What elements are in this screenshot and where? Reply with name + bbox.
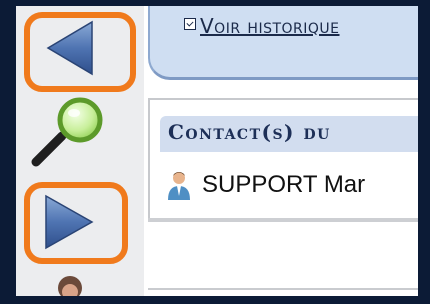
- frame-border-right: [418, 0, 430, 304]
- frame-border-bottom: [0, 296, 430, 304]
- person-icon: [168, 172, 190, 200]
- back-button-highlight: [24, 12, 136, 92]
- forward-button-highlight: [24, 182, 128, 264]
- checkbox-icon: [184, 18, 196, 30]
- voir-historique-link[interactable]: Voir historique: [184, 14, 340, 38]
- zoom-button[interactable]: [28, 96, 112, 168]
- contact-name: SUPPORT Mar: [202, 171, 366, 198]
- contacts-title: Contact(s) du: [168, 120, 331, 144]
- contact-item[interactable]: SUPPORT Mar: [166, 170, 365, 200]
- section-divider: [148, 288, 418, 290]
- frame-border-left: [0, 0, 16, 304]
- magnifier-icon: [31, 97, 103, 167]
- screenshot-frame: Voir historique Contact(s) du SUPPORT Ma…: [0, 0, 430, 304]
- history-link-label: Voir historique: [200, 14, 340, 38]
- frame-border-top: [0, 0, 430, 6]
- user-avatar-icon: [50, 272, 90, 300]
